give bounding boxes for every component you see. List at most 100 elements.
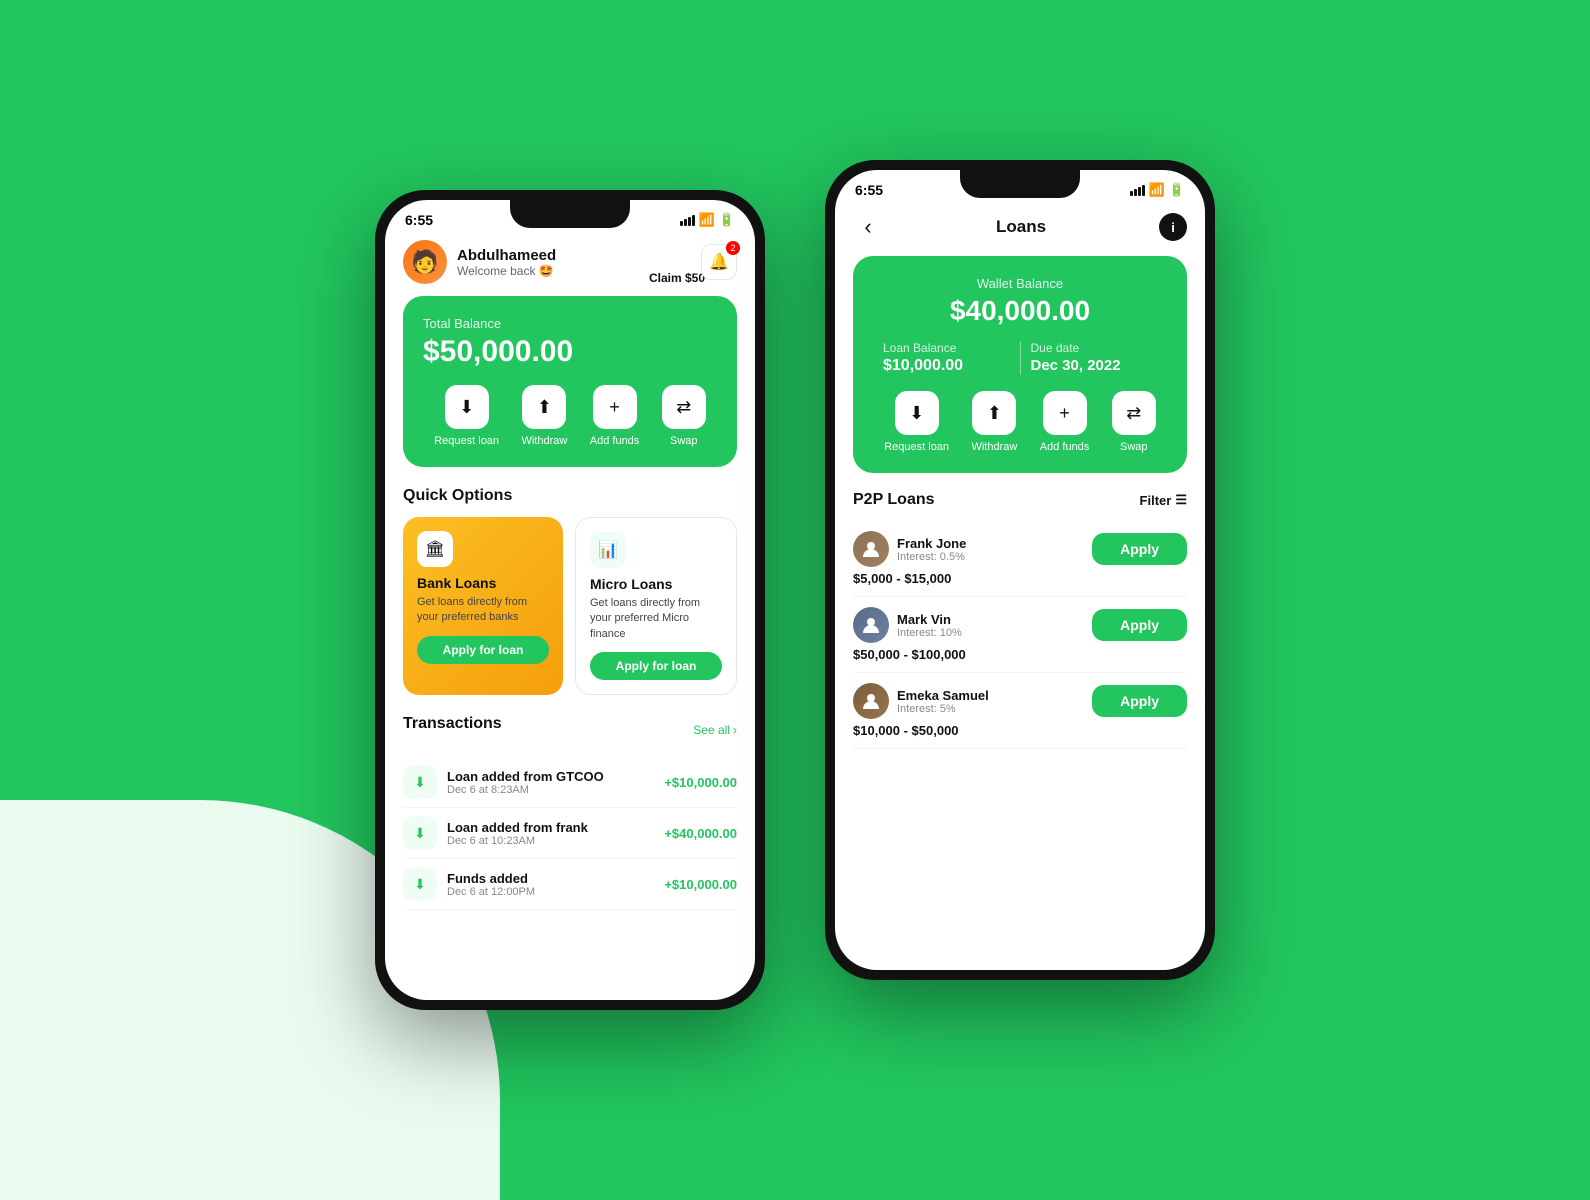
tx-text-3: Funds added Dec 6 at 12:00PM <box>447 871 535 898</box>
wallet-add-label: Add funds <box>1040 441 1090 453</box>
bank-loans-icon: 🏛 <box>417 531 453 567</box>
add-funds-btn[interactable]: + Add funds <box>590 385 640 447</box>
p2p-name-3: Emeka Samuel <box>897 688 989 703</box>
add-funds-icon: + <box>593 385 637 429</box>
tx-icon-2: ⬇ <box>403 816 437 850</box>
see-all-btn[interactable]: See all › <box>693 723 737 737</box>
withdraw-label: Withdraw <box>521 435 567 447</box>
add-funds-label: Add funds <box>590 435 640 447</box>
p2p-apply-btn-3[interactable]: Apply <box>1092 685 1187 717</box>
info-button[interactable]: i <box>1159 213 1187 241</box>
due-date-label: Due date <box>1031 341 1158 355</box>
wallet-amount: $40,000.00 <box>873 295 1167 327</box>
time-1: 6:55 <box>405 212 433 228</box>
user-text: Abdulhameed Welcome back 🤩 <box>457 247 556 278</box>
wallet-withdraw-btn[interactable]: ⬆ Withdraw <box>971 391 1017 453</box>
wallet-request-label: Request loan <box>884 441 949 453</box>
tx-date-2: Dec 6 at 10:23AM <box>447 835 588 847</box>
p2p-avatar-2 <box>853 607 889 643</box>
p2p-item-1: Frank Jone Interest: 0.5% Apply $5,000 -… <box>853 521 1187 597</box>
notification-bell[interactable]: 🔔 2 <box>701 244 737 280</box>
notch-1 <box>510 200 630 228</box>
request-loan-btn[interactable]: ⬇ Request loan <box>434 385 499 447</box>
due-date-value: Dec 30, 2022 <box>1031 357 1158 374</box>
p2p-avatar-3 <box>853 683 889 719</box>
balance-label: Total Balance <box>423 316 717 331</box>
user-info: 🧑 Abdulhameed Welcome back 🤩 <box>403 240 556 284</box>
p2p-range-1: $5,000 - $15,000 <box>853 571 1187 586</box>
transaction-item-2: ⬇ Loan added from frank Dec 6 at 10:23AM… <box>403 808 737 859</box>
status-icons-2: 📶 🔋 <box>1130 182 1185 198</box>
tx-title-2: Loan added from frank <box>447 820 588 835</box>
transactions-title: Transactions <box>403 715 502 733</box>
tx-text-1: Loan added from GTCOO Dec 6 at 8:23AM <box>447 769 604 796</box>
p2p-top-3: Emeka Samuel Interest: 5% Apply <box>853 683 1187 719</box>
tx-title-3: Funds added <box>447 871 535 886</box>
p2p-title: P2P Loans <box>853 491 935 509</box>
balance-card: Claim $50 Total Balance $50,000.00 ⬇ Req… <box>403 296 737 467</box>
phone-1-screen: 6:55 📶 🔋 🧑 <box>385 200 755 1000</box>
p2p-range-2: $50,000 - $100,000 <box>853 647 1187 662</box>
request-loan-icon: ⬇ <box>445 385 489 429</box>
phone-2-content: ‹ Loans i Wallet Balance $40,000.00 Loan… <box>835 202 1205 958</box>
micro-loans-apply-btn[interactable]: Apply for loan <box>590 652 722 680</box>
wallet-request-loan-btn[interactable]: ⬇ Request loan <box>884 391 949 453</box>
swap-btn[interactable]: ⇄ Swap <box>662 385 706 447</box>
filter-icon: ☰ <box>1175 492 1187 508</box>
wifi-icon-1: 📶 <box>699 212 715 228</box>
back-button[interactable]: ‹ <box>853 212 883 242</box>
quick-options-title: Quick Options <box>403 487 737 505</box>
micro-loans-title: Micro Loans <box>590 576 722 592</box>
due-date-section: Due date Dec 30, 2022 <box>1021 341 1168 375</box>
loans-title: Loans <box>883 217 1159 237</box>
phone-1: 6:55 📶 🔋 🧑 <box>375 190 765 1010</box>
tx-icon-3: ⬇ <box>403 867 437 901</box>
wallet-label: Wallet Balance <box>873 276 1167 291</box>
request-loan-label: Request loan <box>434 435 499 447</box>
filter-button[interactable]: Filter ☰ <box>1140 492 1187 508</box>
tx-amount-3: +$10,000.00 <box>664 877 737 892</box>
avatar: 🧑 <box>403 240 447 284</box>
tx-left-3: ⬇ Funds added Dec 6 at 12:00PM <box>403 867 535 901</box>
withdraw-btn[interactable]: ⬆ Withdraw <box>521 385 567 447</box>
p2p-interest-3: Interest: 5% <box>897 703 989 715</box>
p2p-apply-btn-2[interactable]: Apply <box>1092 609 1187 641</box>
p2p-range-3: $10,000 - $50,000 <box>853 723 1187 738</box>
battery-icon-2: 🔋 <box>1169 182 1185 198</box>
micro-loans-icon: 📊 <box>590 532 626 568</box>
phone-2: 6:55 📶 🔋 ‹ Loans i <box>825 160 1215 980</box>
tx-date-3: Dec 6 at 12:00PM <box>447 886 535 898</box>
swap-label: Swap <box>670 435 698 447</box>
phone-2-screen: 6:55 📶 🔋 ‹ Loans i <box>835 170 1205 970</box>
wallet-swap-label: Swap <box>1120 441 1148 453</box>
wallet-request-icon: ⬇ <box>895 391 939 435</box>
wallet-withdraw-icon: ⬆ <box>972 391 1016 435</box>
transactions-list: ⬇ Loan added from GTCOO Dec 6 at 8:23AM … <box>403 757 737 910</box>
p2p-top-1: Frank Jone Interest: 0.5% Apply <box>853 531 1187 567</box>
tx-amount-2: +$40,000.00 <box>664 826 737 841</box>
loans-header: ‹ Loans i <box>853 202 1187 256</box>
notification-badge: 2 <box>726 241 740 255</box>
signal-bars-1 <box>680 215 695 226</box>
wallet-add-funds-btn[interactable]: + Add funds <box>1040 391 1090 453</box>
p2p-header: P2P Loans Filter ☰ <box>853 491 1187 509</box>
p2p-person-3: Emeka Samuel Interest: 5% <box>853 683 989 719</box>
loan-balance-amount: $10,000.00 <box>883 357 1010 375</box>
p2p-item-2: Mark Vin Interest: 10% Apply $50,000 - $… <box>853 597 1187 673</box>
bank-loans-apply-btn[interactable]: Apply for loan <box>417 636 549 664</box>
quick-options: 🏛 Bank Loans Get loans directly from you… <box>403 517 737 695</box>
notch-2 <box>960 170 1080 198</box>
withdraw-icon: ⬆ <box>522 385 566 429</box>
action-buttons-1: ⬇ Request loan ⬆ Withdraw + Add funds <box>423 385 717 447</box>
p2p-info-2: Mark Vin Interest: 10% <box>897 612 962 639</box>
wallet-swap-icon: ⇄ <box>1112 391 1156 435</box>
p2p-name-1: Frank Jone <box>897 536 966 551</box>
tx-left-2: ⬇ Loan added from frank Dec 6 at 10:23AM <box>403 816 588 850</box>
tx-amount-1: +$10,000.00 <box>664 775 737 790</box>
wallet-swap-btn[interactable]: ⇄ Swap <box>1112 391 1156 453</box>
micro-loans-card: 📊 Micro Loans Get loans directly from yo… <box>575 517 737 695</box>
p2p-apply-btn-1[interactable]: Apply <box>1092 533 1187 565</box>
p2p-top-2: Mark Vin Interest: 10% Apply <box>853 607 1187 643</box>
p2p-person-2: Mark Vin Interest: 10% <box>853 607 962 643</box>
battery-icon-1: 🔋 <box>719 212 735 228</box>
